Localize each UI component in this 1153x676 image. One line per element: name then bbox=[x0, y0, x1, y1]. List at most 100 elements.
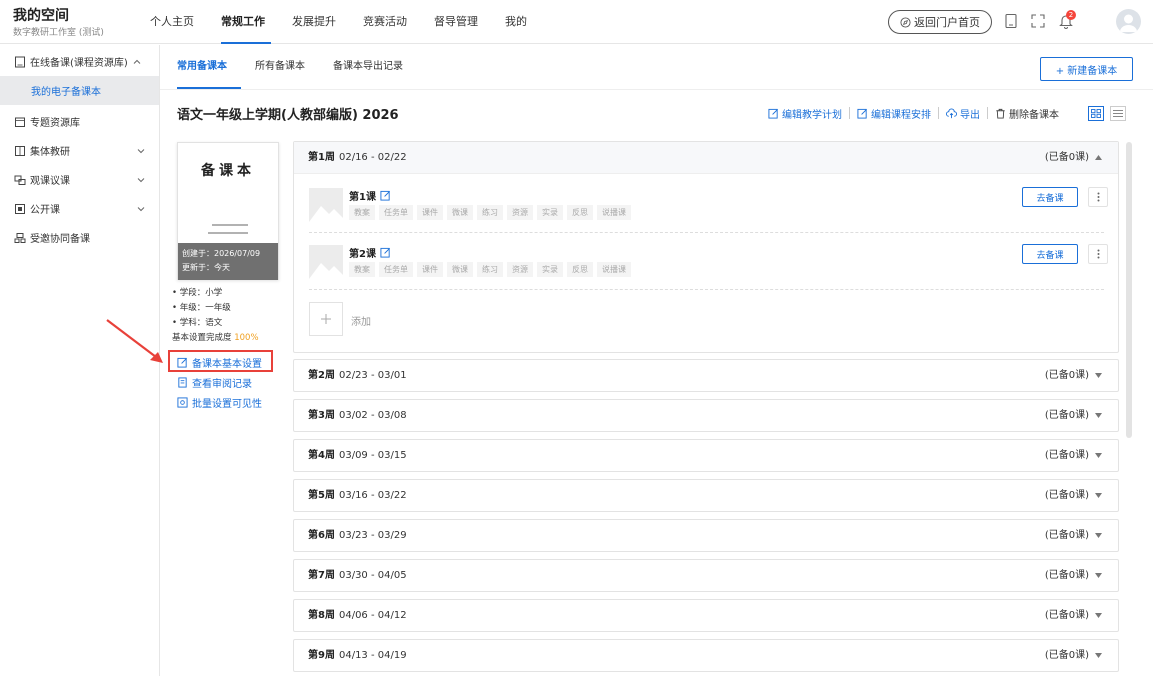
week-label: 第1周 bbox=[308, 152, 335, 163]
folder-icon bbox=[14, 116, 26, 128]
week-title: 第7周 03/30 - 04/05 bbox=[308, 560, 407, 591]
tag[interactable]: 反思 bbox=[567, 205, 593, 220]
add-lesson-label[interactable]: 添加 bbox=[351, 313, 371, 328]
sidebar-item-my-ebooks[interactable]: 我的电子备课本 bbox=[0, 76, 159, 105]
list-view-button[interactable] bbox=[1110, 106, 1126, 121]
tag[interactable]: 说播课 bbox=[597, 262, 631, 277]
sidebar-item-group-research[interactable]: 集体教研 bbox=[0, 136, 159, 165]
week-header[interactable]: 第1周 02/16 - 02/22 (已备0课) bbox=[294, 142, 1118, 174]
tag[interactable]: 教案 bbox=[349, 205, 375, 220]
week-status: (已备0课) bbox=[1045, 440, 1102, 471]
tag[interactable]: 资源 bbox=[507, 262, 533, 277]
week-range: 03/16 - 03/22 bbox=[338, 490, 407, 501]
lesson-name-text: 第2课 bbox=[349, 249, 376, 260]
nav-routine-work[interactable]: 常规工作 bbox=[221, 0, 271, 44]
plus-icon bbox=[320, 313, 332, 325]
sidebar-item-invited-collab[interactable]: 受邀协同备课 bbox=[0, 223, 159, 252]
tab-common-books[interactable]: 常用备课本 bbox=[177, 45, 241, 89]
week-row[interactable]: 第5周 03/16 - 03/22 (已备0课) bbox=[293, 479, 1119, 512]
sidebar-item-online-prep[interactable]: 在线备课(课程资源库) bbox=[0, 47, 159, 76]
tag[interactable]: 说播课 bbox=[597, 205, 631, 220]
week-range: 03/30 - 04/05 bbox=[338, 570, 407, 581]
week-row[interactable]: 第9周 04/13 - 04/19 (已备0课) bbox=[293, 639, 1119, 672]
edit-course-schedule-button[interactable]: 编辑课程安排 bbox=[857, 106, 931, 121]
edit-icon[interactable] bbox=[380, 190, 391, 201]
week-row[interactable]: 第4周 03/09 - 03/15 (已备0课) bbox=[293, 439, 1119, 472]
week-row[interactable]: 第6周 03/23 - 03/29 (已备0课) bbox=[293, 519, 1119, 552]
nav-home[interactable]: 个人主页 bbox=[150, 0, 194, 44]
view-review-records-link[interactable]: 查看审阅记录 bbox=[177, 374, 252, 390]
completion: 基本设置完成度 100% bbox=[172, 331, 259, 346]
tag[interactable]: 微课 bbox=[447, 262, 473, 277]
nav-competition[interactable]: 竞赛活动 bbox=[363, 0, 407, 44]
tag[interactable]: 微课 bbox=[447, 205, 473, 220]
batch-visibility-link[interactable]: 批量设置可见性 bbox=[177, 394, 262, 410]
observe-icon bbox=[14, 174, 26, 186]
caret-down-icon bbox=[1095, 413, 1102, 418]
more-menu-button[interactable] bbox=[1088, 244, 1108, 264]
edit-icon[interactable] bbox=[380, 247, 391, 258]
grid-view-button[interactable] bbox=[1088, 106, 1104, 121]
updated-date: 更新于：今天 bbox=[182, 263, 230, 272]
edit-icon bbox=[768, 108, 779, 119]
nav-development[interactable]: 发展提升 bbox=[292, 0, 336, 44]
fullscreen-icon[interactable] bbox=[1030, 13, 1046, 29]
export-button[interactable]: 导出 bbox=[946, 106, 980, 121]
sidebar-item-label: 公开课 bbox=[30, 205, 60, 216]
cloud-upload-icon bbox=[946, 108, 957, 119]
week-range: 02/23 - 03/01 bbox=[338, 370, 407, 381]
week-range: 03/09 - 03/15 bbox=[338, 450, 407, 461]
tag[interactable]: 课件 bbox=[417, 205, 443, 220]
book-icon bbox=[14, 56, 26, 68]
book-cover[interactable]: 备课本 创建于：2026/07/09 更新于：今天 bbox=[177, 142, 279, 280]
tab-export-records[interactable]: 备课本导出记录 bbox=[333, 45, 403, 89]
completion-value: 100% bbox=[234, 333, 259, 343]
tag[interactable]: 课件 bbox=[417, 262, 443, 277]
sidebar-item-open-class[interactable]: 公开课 bbox=[0, 194, 159, 223]
tag[interactable]: 任务单 bbox=[379, 262, 413, 277]
new-book-button[interactable]: + 新建备课本 bbox=[1040, 57, 1133, 81]
sidebar-item-topic-library[interactable]: 专题资源库 bbox=[0, 107, 159, 136]
tag[interactable]: 实录 bbox=[537, 205, 563, 220]
sidebar-item-label: 在线备课(课程资源库) bbox=[30, 58, 128, 69]
delete-book-button[interactable]: 删除备课本 bbox=[995, 106, 1059, 121]
tag[interactable]: 实录 bbox=[537, 262, 563, 277]
avatar[interactable] bbox=[1116, 9, 1141, 34]
nav-supervision[interactable]: 督导管理 bbox=[434, 0, 478, 44]
more-menu-button[interactable] bbox=[1088, 187, 1108, 207]
week-status: (已备0课) bbox=[1045, 520, 1102, 551]
tag[interactable]: 反思 bbox=[567, 262, 593, 277]
week-row[interactable]: 第3周 03/02 - 03/08 (已备0课) bbox=[293, 399, 1119, 432]
week-row[interactable]: 第2周 02/23 - 03/01 (已备0课) bbox=[293, 359, 1119, 392]
week-range: 04/06 - 04/12 bbox=[338, 610, 407, 621]
caret-down-icon bbox=[1095, 453, 1102, 458]
caret-down-icon bbox=[1095, 573, 1102, 578]
tab-all-books[interactable]: 所有备课本 bbox=[255, 45, 305, 89]
sidebar-item-lesson-observation[interactable]: 观课议课 bbox=[0, 165, 159, 194]
tag[interactable]: 教案 bbox=[349, 262, 375, 277]
visibility-icon bbox=[177, 396, 188, 408]
list-icon bbox=[1113, 109, 1123, 118]
week-range: 04/13 - 04/19 bbox=[338, 650, 407, 661]
divider bbox=[849, 107, 850, 119]
nav-mine[interactable]: 我的 bbox=[505, 0, 527, 44]
tag[interactable]: 练习 bbox=[477, 262, 503, 277]
tablet-icon[interactable] bbox=[1003, 13, 1019, 29]
week-row[interactable]: 第7周 03/30 - 04/05 (已备0课) bbox=[293, 559, 1119, 592]
add-lesson-button[interactable] bbox=[309, 302, 343, 336]
week-title: 第3周 03/02 - 03/08 bbox=[308, 400, 407, 431]
tag[interactable]: 任务单 bbox=[379, 205, 413, 220]
week-status-text: (已备0课) bbox=[1044, 410, 1089, 421]
scrollbar[interactable] bbox=[1126, 142, 1132, 438]
week-row[interactable]: 第8周 04/06 - 04/12 (已备0课) bbox=[293, 599, 1119, 632]
grid-icon bbox=[1091, 109, 1101, 118]
week-range: 03/23 - 03/29 bbox=[338, 530, 407, 541]
return-portal-button[interactable]: 返回门户首页 bbox=[888, 10, 992, 34]
tag[interactable]: 资源 bbox=[507, 205, 533, 220]
go-prepare-button[interactable]: 去备课 bbox=[1022, 244, 1078, 264]
edit-teaching-plan-button[interactable]: 编辑教学计划 bbox=[768, 106, 842, 121]
sidebar-item-label: 受邀协同备课 bbox=[30, 234, 90, 245]
tag[interactable]: 练习 bbox=[477, 205, 503, 220]
go-prepare-button[interactable]: 去备课 bbox=[1022, 187, 1078, 207]
caret-down-icon bbox=[1095, 533, 1102, 538]
